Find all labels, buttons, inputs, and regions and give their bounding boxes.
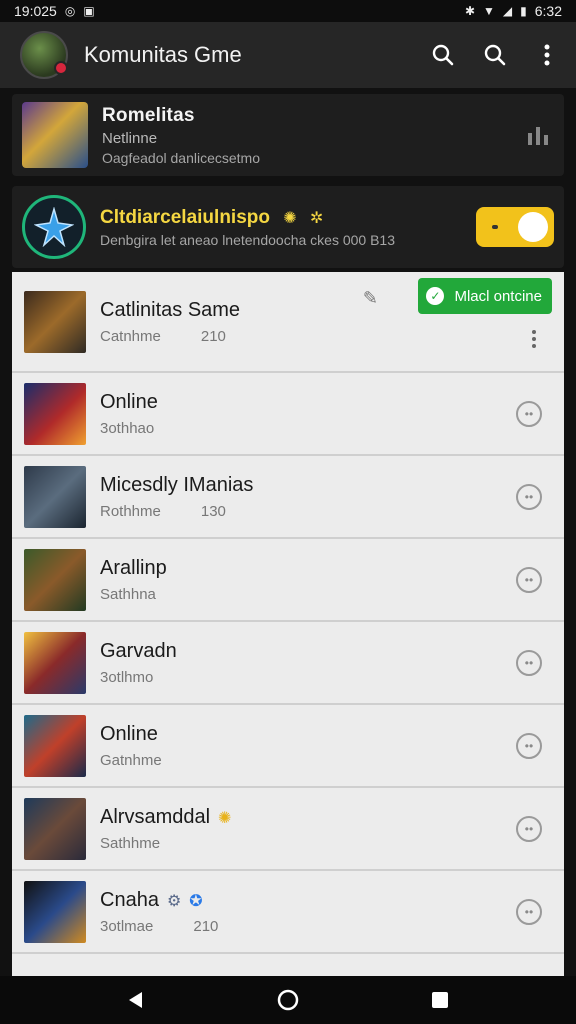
toggle-knob (518, 212, 548, 242)
list-item[interactable]: Garvadn 3otlhmo •• (12, 622, 564, 705)
more-vert-icon[interactable] (532, 40, 562, 70)
list-item[interactable]: Micesdly IManias Rothhme 130 •• (12, 456, 564, 539)
item-count: 210 (193, 917, 219, 935)
event-meta: Denbgira let aneao lnetendoocha ckes 000… (100, 231, 395, 248)
page-title: Komunitas Gme (84, 42, 242, 67)
item-title: Online (100, 722, 158, 745)
chat-icon[interactable]: •• (516, 400, 542, 427)
item-subtitle: 3otlmae (100, 917, 154, 935)
wifi-icon: ▼ (483, 4, 495, 18)
item-subtitle: Sathhme (100, 834, 161, 852)
avatar-badge (54, 61, 68, 75)
game-list: Catlinitas Same Catnhme 210 ✎ ✓ Mlacl ont… (12, 272, 564, 976)
status-clock: 6:32 (534, 3, 562, 19)
verified-icon: ✪ (189, 892, 203, 910)
featured-game-card[interactable]: Romelitas Netlinne Oagfeadol danlicecset… (12, 94, 564, 176)
list-item[interactable]: Cnaha ⚙ ✪ 3otlmae 210 •• (12, 871, 564, 954)
pin-icon[interactable]: ✎ (363, 288, 378, 309)
chat-icon[interactable]: •• (516, 815, 542, 842)
list-item[interactable]: Catlinitas Same Catnhme 210 ✎ ✓ Mlacl ont… (12, 272, 564, 373)
game-thumbnail (24, 548, 86, 611)
sun-icon: ✺ (218, 809, 232, 827)
item-title: Alrvsamddal (100, 805, 211, 828)
chat-icon[interactable]: •• (516, 898, 542, 925)
item-title: Micesdly IManias (100, 473, 254, 496)
chat-icon[interactable]: •• (516, 649, 542, 676)
card-title: Romelitas (102, 104, 195, 126)
item-subtitle: 3otlhmo (100, 668, 154, 686)
event-card[interactable]: Cltdiarcelaiulnispo ✺ ✲ Denbgira let ane… (12, 186, 564, 268)
online-button[interactable]: ✓ Mlacl ontcine (418, 278, 552, 314)
game-thumbnail (24, 797, 86, 860)
game-thumbnail (22, 102, 88, 168)
game-thumbnail (24, 880, 86, 943)
item-subtitle: Rothhme (100, 502, 161, 520)
home-icon[interactable] (270, 982, 306, 1018)
search-icon[interactable] (428, 40, 458, 70)
item-count: 210 (200, 327, 226, 345)
star-icon (22, 195, 86, 259)
sun-icon: ✺ (283, 209, 297, 227)
item-count: 130 (200, 502, 226, 520)
signal-icon: ◢ (502, 4, 513, 18)
stats-icon[interactable] (524, 120, 554, 150)
chat-icon[interactable]: •• (516, 732, 542, 759)
item-subtitle: Sathhna (100, 585, 156, 603)
check-icon: ✓ (426, 287, 445, 305)
status-time: 19:025 (14, 3, 57, 19)
app-notification-icon: ▣ (83, 4, 95, 18)
game-thumbnail (24, 290, 86, 353)
item-title: Online (100, 390, 158, 413)
item-title: Arallinp (100, 556, 167, 579)
community-avatar[interactable] (20, 31, 68, 79)
bluetooth-icon: ✱ (464, 4, 476, 18)
item-subtitle: 3othhao (100, 419, 155, 437)
battery-icon: ▮ (520, 4, 527, 18)
list-item[interactable]: Online Gatnhme •• (12, 705, 564, 788)
recents-icon[interactable] (422, 982, 458, 1018)
gear-icon: ⚙ (166, 892, 182, 910)
game-thumbnail (24, 382, 86, 445)
event-title: Cltdiarcelaiulnispo (100, 206, 270, 228)
item-subtitle: Catnhme (100, 327, 161, 345)
card-meta: Oagfeadol danlicecsetmo (102, 149, 260, 166)
item-subtitle: Gatnhme (100, 751, 162, 769)
chat-icon[interactable]: •• (516, 566, 542, 593)
list-item[interactable]: Alrvsamddal ✺ Sathhme •• (12, 788, 564, 871)
system-nav-bar (0, 976, 576, 1024)
notification-icon: ◎ (64, 4, 76, 18)
sparkle-icon: ✲ (309, 209, 324, 227)
online-button-label: Mlacl ontcine (454, 287, 542, 305)
item-title: Cnaha (100, 888, 159, 911)
list-item[interactable]: Arallinp Sathhna •• (12, 539, 564, 622)
game-thumbnail (24, 631, 86, 694)
back-icon[interactable] (118, 982, 154, 1018)
status-bar: 19:025 ◎ ▣ ✱ ▼ ◢ ▮ 6:32 (0, 0, 576, 22)
list-item[interactable]: Online 3othhao •• (12, 373, 564, 456)
more-vert-icon[interactable] (532, 330, 536, 348)
game-thumbnail (24, 714, 86, 777)
card-subtitle: Netlinne (102, 129, 158, 147)
item-title: Garvadn (100, 639, 177, 662)
event-toggle[interactable] (476, 207, 554, 247)
app-bar: Komunitas Gme (0, 22, 576, 88)
chat-icon[interactable]: •• (516, 483, 542, 510)
search-icon[interactable] (480, 40, 510, 70)
game-thumbnail (24, 465, 86, 528)
